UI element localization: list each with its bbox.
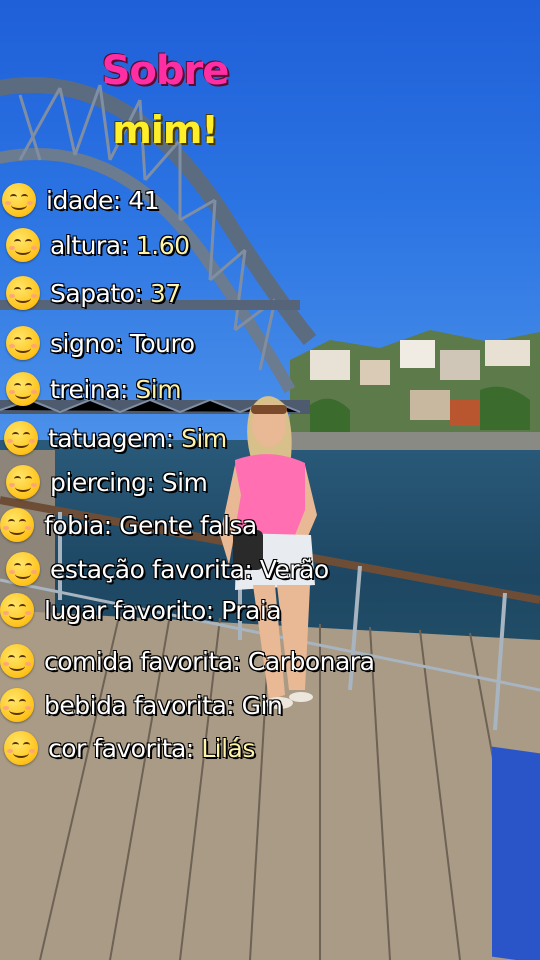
smiling-face-emoji-icon	[4, 731, 38, 765]
fact-value: Gin	[241, 690, 283, 720]
fact-label: piercing:	[50, 467, 162, 497]
fact-label: signo:	[50, 328, 130, 358]
fact-label: tatuagem:	[48, 423, 182, 453]
smiling-face-emoji-icon	[6, 228, 40, 262]
smiling-face-emoji-icon	[0, 508, 34, 542]
fact-value: Sim	[161, 467, 208, 497]
fact-row-sapato: Sapato: 37	[6, 276, 181, 310]
fact-row-treina: treina: Sim	[6, 372, 182, 406]
fact-value: Gente falsa	[119, 510, 257, 540]
fact-row-estacao: estação favorita: Verão	[6, 552, 329, 586]
fact-row-fobia: fobia: Gente falsa	[0, 508, 257, 542]
smiling-face-emoji-icon	[0, 644, 34, 678]
fact-value: Sim	[135, 374, 182, 404]
fact-label: altura:	[50, 230, 136, 260]
fact-value: Touro	[129, 328, 195, 358]
smiling-face-emoji-icon	[0, 688, 34, 722]
smiling-face-emoji-icon	[6, 465, 40, 499]
fact-value: 41	[128, 185, 160, 215]
fact-value: 37	[149, 278, 181, 308]
title-line-1: Sobre	[101, 48, 230, 94]
fact-row-altura: altura: 1.60	[6, 228, 190, 262]
fact-row-signo: signo: Touro	[6, 326, 195, 360]
fact-row-idade: idade: 41	[2, 183, 160, 217]
fact-label: comida favorita:	[44, 646, 248, 676]
fact-value: Praia	[221, 595, 282, 625]
smiling-face-emoji-icon	[6, 326, 40, 360]
smiling-face-emoji-icon	[6, 552, 40, 586]
fact-label: bebida favorita:	[44, 690, 242, 720]
fact-label: idade:	[46, 185, 129, 215]
fact-label: lugar favorito:	[44, 595, 222, 625]
fact-label: treina:	[50, 374, 136, 404]
fact-row-bebida: bebida favorita: Gin	[0, 688, 283, 722]
blue-deck-edge	[492, 746, 540, 960]
fact-value: Lilás	[201, 733, 255, 763]
fact-value: Carbonara	[247, 646, 375, 676]
fact-label: fobia:	[44, 510, 120, 540]
fact-value: Sim	[181, 423, 227, 453]
smiling-face-emoji-icon	[0, 593, 34, 627]
fact-row-cor: cor favorita: Lilás	[4, 731, 255, 765]
smiling-face-emoji-icon	[4, 421, 38, 455]
fact-row-lugar: lugar favorito: Praia	[0, 593, 282, 627]
fact-label: estação favorita:	[50, 554, 260, 584]
smiling-face-emoji-icon	[6, 372, 40, 406]
fact-label: Sapato:	[50, 278, 150, 308]
smiling-face-emoji-icon	[2, 183, 36, 217]
fact-value: Verão	[259, 554, 329, 584]
smiling-face-emoji-icon	[6, 276, 40, 310]
title-line-2: mim!	[112, 108, 219, 152]
fact-row-piercing: piercing: Sim	[6, 465, 208, 499]
fact-row-comida: comida favorita: Carbonara	[0, 644, 375, 678]
fact-row-tatuagem: tatuagem: Sim	[4, 421, 227, 455]
fact-label: cor favorita:	[48, 733, 202, 763]
fact-value: 1.60	[135, 230, 190, 260]
